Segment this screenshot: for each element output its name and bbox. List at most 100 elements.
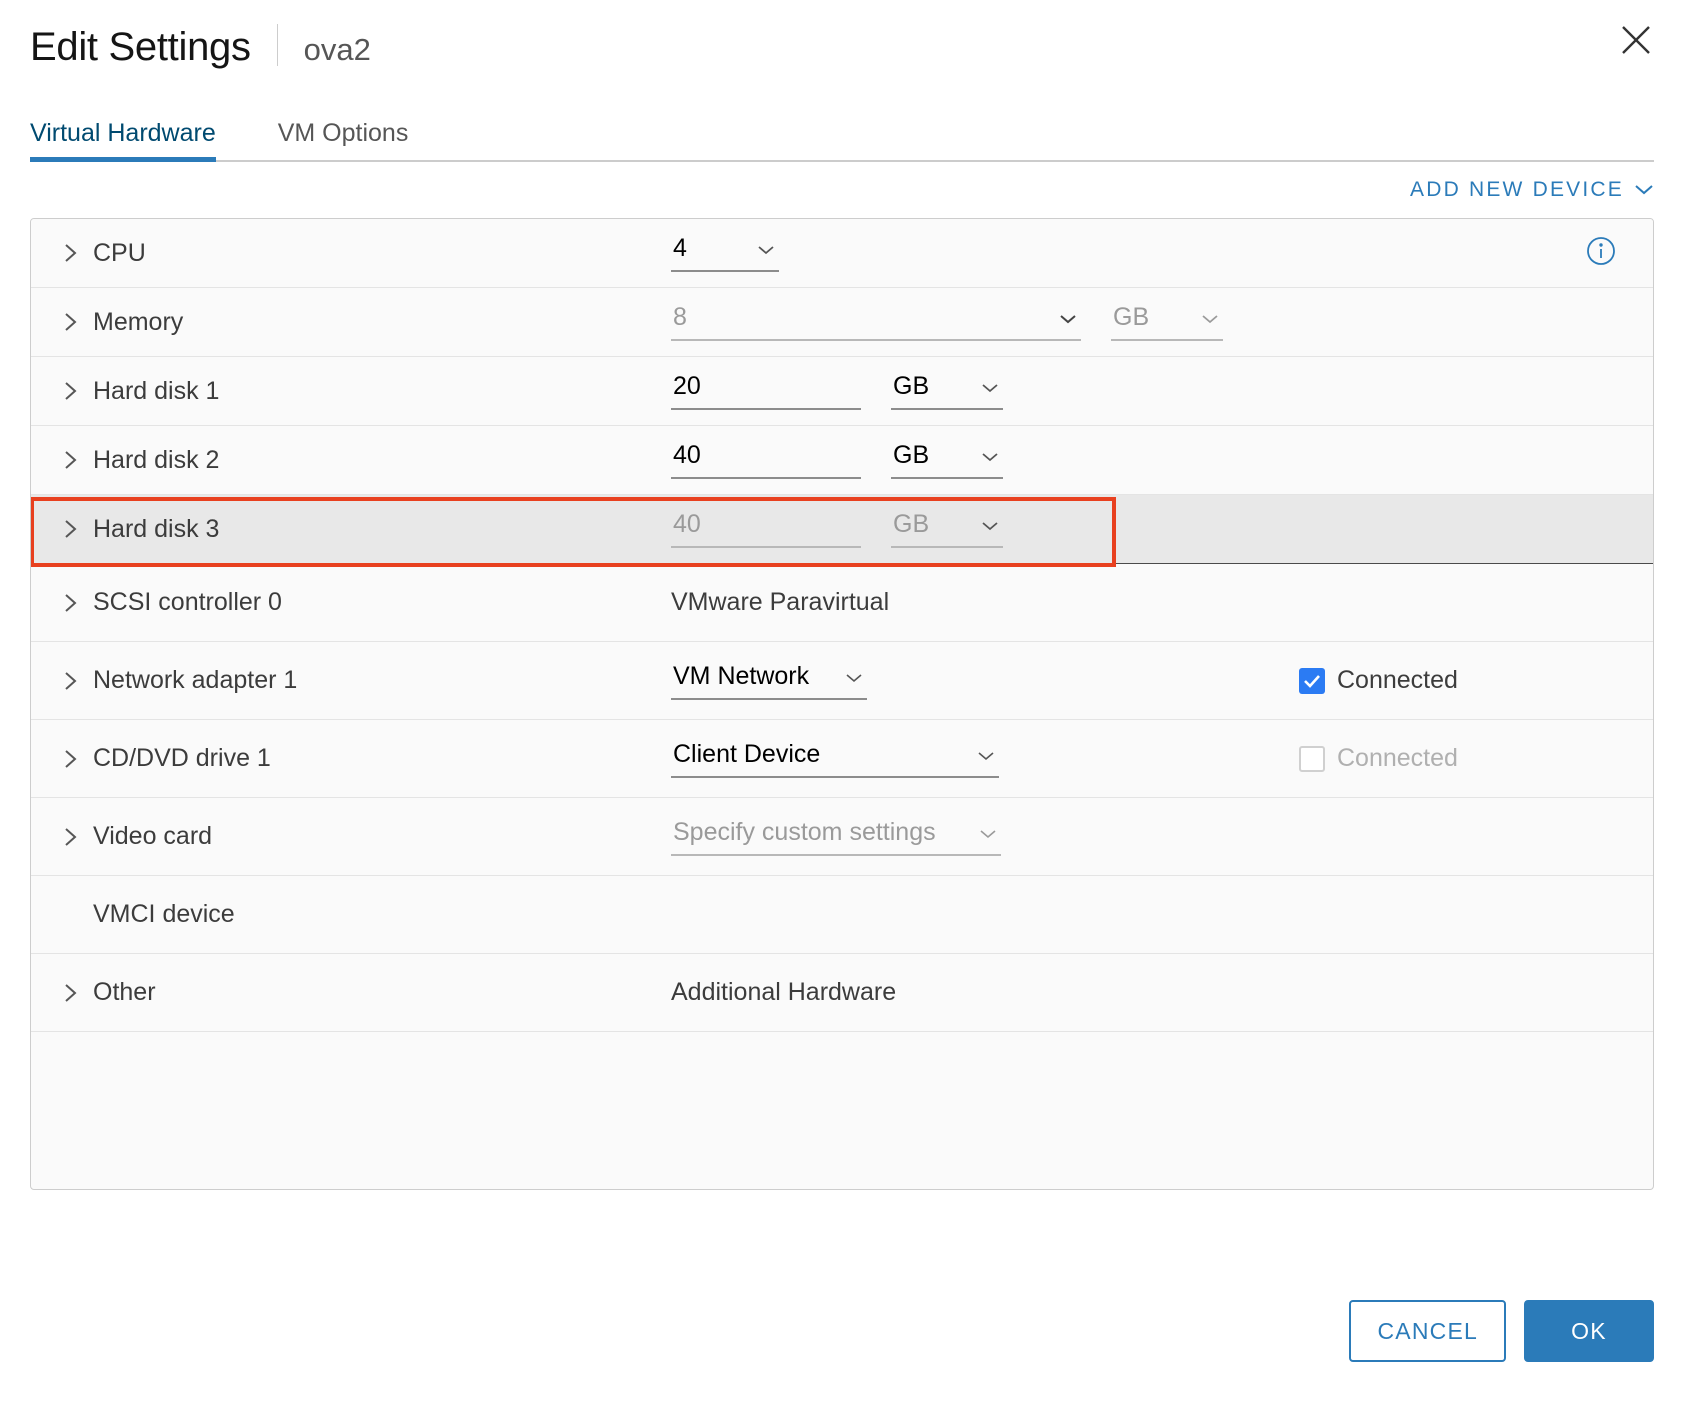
chevron-right-icon[interactable]	[63, 592, 93, 614]
chevron-right-icon[interactable]	[63, 826, 93, 848]
device-label-hard-disk-1: Hard disk 1	[31, 377, 671, 406]
chevron-right-icon[interactable]	[63, 311, 93, 333]
chevron-right-icon[interactable]	[63, 518, 93, 540]
hard-disk-1-unit-select[interactable]: GB	[891, 372, 1003, 410]
network-adapter-1-network-value: VM Network	[673, 661, 810, 690]
hard-disk-2-unit-value: GB	[893, 441, 930, 469]
vm-name: ova2	[303, 32, 371, 67]
chevron-down-icon	[979, 818, 997, 847]
device-row-video-card[interactable]: Video card Specify custom settings	[31, 798, 1653, 876]
edit-settings-dialog: Edit Settings ova2 Virtual Hardware VM O…	[0, 0, 1684, 1424]
chevron-down-icon	[1201, 303, 1219, 332]
device-label-memory: Memory	[31, 308, 671, 337]
tab-bar: Virtual Hardware VM Options	[30, 114, 1654, 162]
device-label-scsi-controller-0: SCSI controller 0	[31, 588, 671, 617]
tab-virtual-hardware-label: Virtual Hardware	[30, 119, 216, 147]
device-label-hard-disk-2: Hard disk 2	[31, 446, 671, 475]
tab-vm-options[interactable]: VM Options	[278, 119, 409, 160]
hard-disk-3-unit-value: GB	[893, 510, 930, 538]
dialog-footer: CANCEL OK	[1349, 1300, 1654, 1362]
device-label-video-card: Video card	[31, 822, 671, 851]
tab-virtual-hardware[interactable]: Virtual Hardware	[30, 119, 216, 162]
title-divider	[276, 24, 278, 66]
chevron-right-icon[interactable]	[63, 982, 93, 1004]
device-value-video-card: Specify custom settings	[671, 818, 1653, 856]
cd-dvd-drive-1-media-select[interactable]: Client Device	[671, 740, 999, 778]
device-value-cd-dvd-drive-1: Client Device Connected	[671, 740, 1653, 778]
close-icon	[1619, 23, 1653, 57]
cd-dvd-drive-1-connected-group: Connected	[1299, 744, 1458, 773]
ok-button[interactable]: OK	[1524, 1300, 1654, 1362]
close-button[interactable]	[1614, 18, 1658, 62]
network-adapter-1-network-select[interactable]: VM Network	[671, 662, 867, 700]
device-row-memory[interactable]: Memory 8 GB	[31, 288, 1653, 357]
device-label-vmci-device: VMCI device	[31, 900, 671, 929]
device-value-hard-disk-1: 20 GB	[671, 372, 1653, 410]
device-row-hard-disk-2[interactable]: Hard disk 2 40 GB	[31, 426, 1653, 495]
chevron-right-icon[interactable]	[63, 380, 93, 402]
network-adapter-1-connected-label: Connected	[1337, 666, 1458, 694]
device-row-cpu[interactable]: CPU 4	[31, 219, 1653, 288]
device-row-scsi-controller-0[interactable]: SCSI controller 0 VMware Paravirtual	[31, 564, 1653, 642]
hard-disk-1-unit-value: GB	[893, 372, 930, 400]
device-value-hard-disk-3: 40 GB	[671, 510, 1653, 548]
chevron-down-icon	[981, 441, 999, 470]
add-new-device-button[interactable]: ADD NEW DEVICE	[1410, 178, 1654, 202]
chevron-right-icon[interactable]	[63, 670, 93, 692]
tab-vm-options-label: VM Options	[277, 119, 409, 147]
device-value-hard-disk-2: 40 GB	[671, 441, 1653, 479]
ok-button-label: OK	[1571, 1317, 1607, 1344]
device-value-other: Additional Hardware	[671, 978, 1653, 1007]
device-name: Memory	[93, 307, 184, 336]
device-value-scsi-controller-0: VMware Paravirtual	[671, 588, 1653, 617]
hard-disk-1-size-input[interactable]: 20	[671, 372, 861, 410]
device-row-hard-disk-1[interactable]: Hard disk 1 20 GB	[31, 357, 1653, 426]
device-name: SCSI controller 0	[93, 588, 282, 616]
hard-disk-1-size-value: 20	[673, 372, 701, 400]
video-card-settings-value: Specify custom settings	[673, 817, 936, 846]
memory-size-value: 8	[673, 303, 687, 331]
device-row-network-adapter-1[interactable]: Network adapter 1 VM Network Connected	[31, 642, 1653, 720]
dialog-header: Edit Settings ova2	[0, 0, 1684, 92]
device-label-other: Other	[31, 978, 671, 1007]
chevron-down-icon	[757, 234, 775, 263]
device-name: Hard disk 1	[93, 376, 220, 405]
device-row-hard-disk-3[interactable]: Hard disk 3 40 GB	[31, 495, 1653, 564]
chevron-down-icon	[981, 510, 999, 539]
chevron-down-icon	[845, 662, 863, 691]
memory-size-input: 8	[671, 303, 1081, 341]
chevron-right-icon[interactable]	[63, 242, 93, 264]
title-row: Edit Settings ova2	[30, 18, 1654, 80]
cancel-button[interactable]: CANCEL	[1349, 1300, 1506, 1362]
cd-dvd-drive-1-connected-checkbox	[1299, 745, 1325, 772]
memory-unit-value: GB	[1113, 303, 1150, 331]
device-row-other[interactable]: Other Additional Hardware	[31, 954, 1653, 1032]
device-name: CD/DVD drive 1	[93, 744, 271, 772]
chevron-down-icon	[1634, 178, 1654, 202]
scsi-controller-type: VMware Paravirtual	[671, 588, 890, 616]
device-name: Network adapter 1	[93, 666, 298, 694]
cpu-info-button[interactable]	[1585, 235, 1617, 272]
device-value-cpu: 4	[671, 234, 1653, 272]
hard-disk-2-unit-select[interactable]: GB	[891, 441, 1003, 479]
chevron-right-icon[interactable]	[63, 748, 93, 770]
hard-disk-2-size-input[interactable]: 40	[671, 441, 861, 479]
toolbar: ADD NEW DEVICE	[0, 162, 1684, 214]
chevron-right-icon[interactable]	[63, 449, 93, 471]
cancel-button-label: CANCEL	[1377, 1317, 1478, 1344]
hard-disk-3-size-value: 40	[673, 510, 701, 538]
hard-disk-2-size-value: 40	[673, 441, 701, 469]
other-hardware-text: Additional Hardware	[671, 978, 897, 1006]
device-value-network-adapter-1: VM Network Connected	[671, 662, 1653, 700]
device-list: CPU 4 Memory 8 GB Hard disk 1 20 GB Hard…	[30, 218, 1654, 1190]
memory-unit-select: GB	[1111, 303, 1223, 341]
device-row-cd-dvd-drive-1[interactable]: CD/DVD drive 1 Client Device Connected	[31, 720, 1653, 798]
device-name: Other	[93, 978, 156, 1006]
device-name: VMCI device	[93, 900, 235, 928]
device-row-vmci-device[interactable]: VMCI device	[31, 876, 1653, 954]
cpu-count-select[interactable]: 4	[671, 234, 779, 272]
cpu-count-value: 4	[673, 234, 687, 262]
network-adapter-1-connected-checkbox[interactable]	[1299, 667, 1325, 694]
info-circle-icon	[1585, 235, 1617, 272]
device-name: Video card	[93, 822, 213, 850]
